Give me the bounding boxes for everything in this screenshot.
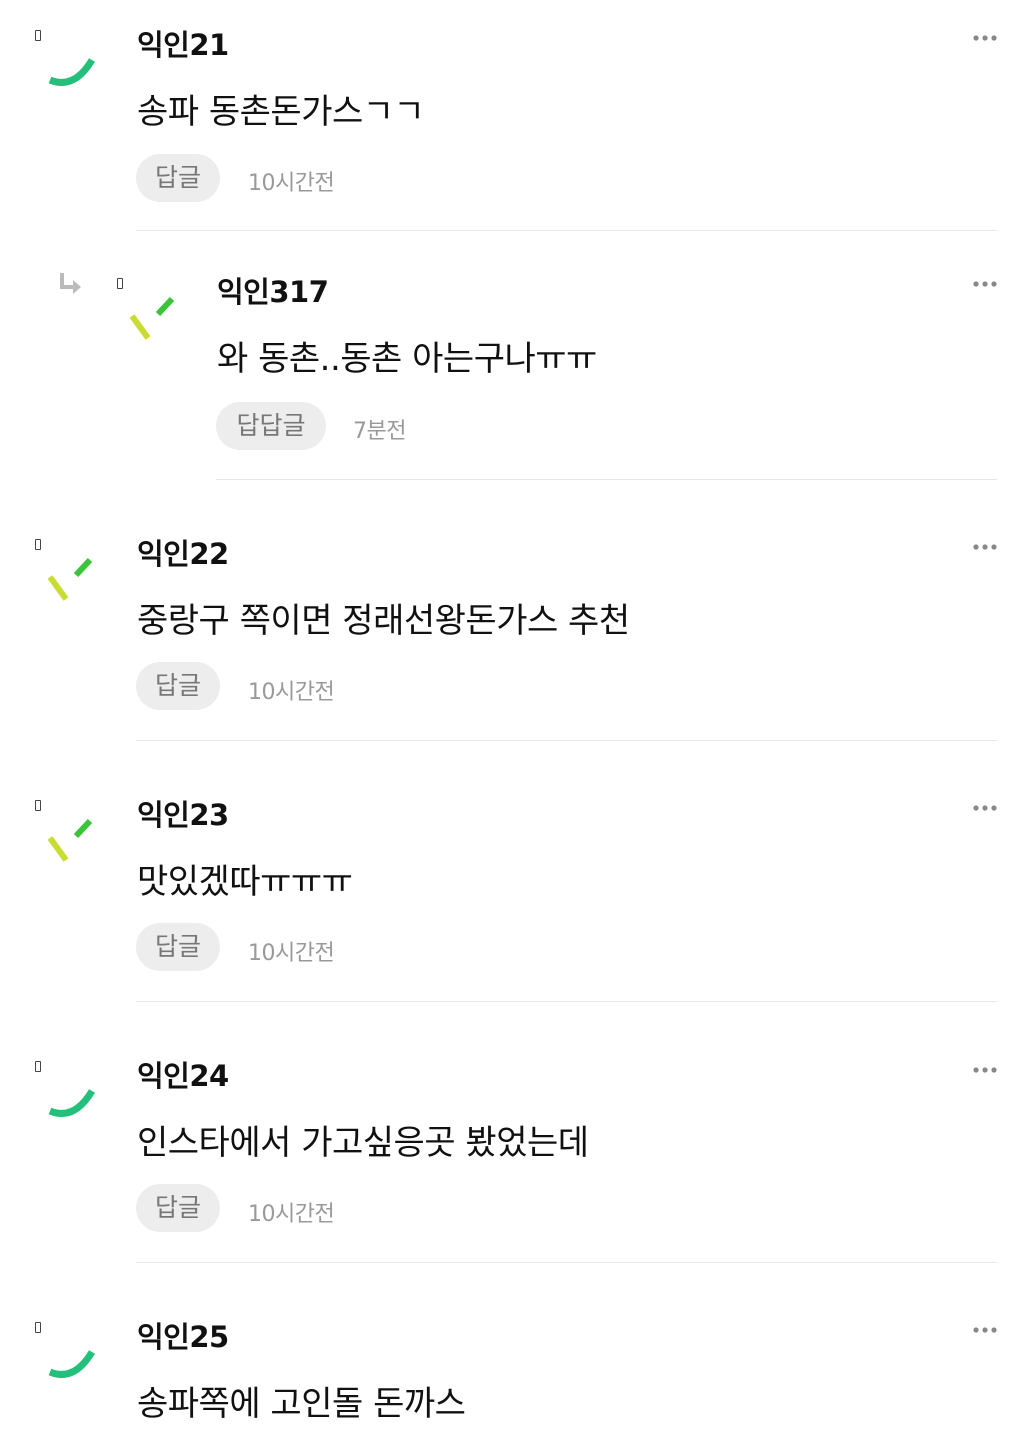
comment-divider xyxy=(136,740,997,741)
comment-text: 와 동촌..동촌 아는구나ㅠㅠ xyxy=(217,339,597,379)
comment-text: 인스타에서 가고싶응곳 봤었는데 xyxy=(137,1123,589,1163)
avatar-lime-dashes-icon xyxy=(47,818,93,862)
reply-button[interactable]: 답글 xyxy=(136,1184,220,1232)
avatar-green-arc-icon xyxy=(48,1350,96,1378)
comment-username[interactable]: 익인24 xyxy=(137,1053,229,1095)
comment-time: 10시간전 xyxy=(248,941,335,966)
comment-username[interactable]: 익인25 xyxy=(137,1314,229,1356)
more-dots-icon[interactable] xyxy=(972,1325,998,1335)
more-dots-icon[interactable] xyxy=(972,279,998,289)
comment-text: 중랑구 쪽이면 정래선왕돈가스 추천 xyxy=(137,601,630,641)
comment-time: 10시간전 xyxy=(248,171,335,196)
comment-divider xyxy=(216,479,997,480)
reply-button[interactable]: 답답글 xyxy=(216,402,326,450)
comment-username[interactable]: 익인21 xyxy=(137,22,229,64)
comment-marker-icon xyxy=(35,1322,41,1333)
reply-button[interactable]: 답글 xyxy=(136,154,220,202)
avatar-green-arc-icon xyxy=(48,58,96,86)
more-dots-icon[interactable] xyxy=(972,1065,998,1075)
comment-divider xyxy=(136,1001,997,1002)
more-dots-icon[interactable] xyxy=(972,542,998,552)
reply-button[interactable]: 답글 xyxy=(136,662,220,710)
more-dots-icon[interactable] xyxy=(972,803,998,813)
comment-time: 7분전 xyxy=(353,419,406,444)
comment-marker-icon xyxy=(35,30,41,41)
comment-username[interactable]: 익인23 xyxy=(137,792,229,834)
comment-divider xyxy=(136,1262,997,1263)
comment-marker-icon xyxy=(35,539,41,550)
comment-username[interactable]: 익인22 xyxy=(137,531,229,573)
comment-text: 송파 동촌돈가스ㄱㄱ xyxy=(137,92,425,132)
avatar-green-arc-icon xyxy=(48,1089,96,1117)
reply-button[interactable]: 답글 xyxy=(136,923,220,971)
comment-username[interactable]: 익인317 xyxy=(217,269,329,311)
comment-text: 맛있겠따ㅠㅠㅠ xyxy=(137,862,353,902)
avatar-lime-dashes-icon xyxy=(47,557,93,601)
comment-marker-icon xyxy=(117,278,123,289)
avatar-lime-dashes-icon xyxy=(129,296,175,340)
more-dots-icon[interactable] xyxy=(972,33,998,43)
comment-divider xyxy=(136,230,997,231)
comment-time: 10시간전 xyxy=(248,680,335,705)
comment-marker-icon xyxy=(35,1061,41,1072)
comment-marker-icon xyxy=(35,800,41,811)
comment-text: 송파쪽에 고인돌 돈까스 xyxy=(137,1384,466,1424)
reply-arrow-icon xyxy=(60,273,81,294)
comment-time: 10시간전 xyxy=(248,1202,335,1227)
